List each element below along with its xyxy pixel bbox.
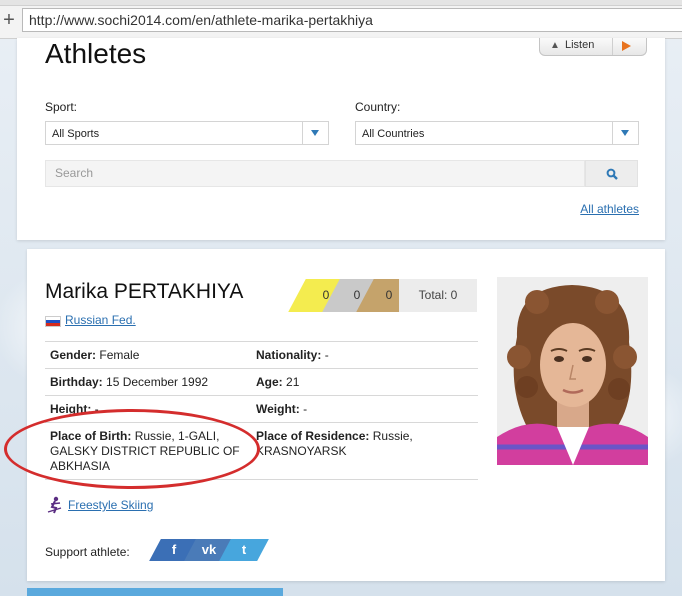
highlight-oval-annotation (4, 409, 260, 489)
chevron-down-icon (621, 130, 629, 136)
nationality-value: - (324, 348, 329, 362)
table-row: Birthday: 15 December 1992 Age: 21 (45, 368, 478, 395)
sport-select-value: All Sports (52, 128, 100, 140)
birthday-label: Birthday: (50, 375, 103, 389)
play-icon (622, 41, 631, 51)
residence-cell: Place of Residence: Russie, KRASNOYARSK (256, 429, 456, 459)
total-count-value: Total: 0 (418, 288, 458, 302)
url-field[interactable]: http://www.sochi2014.com/en/athlete-mari… (22, 8, 682, 32)
age-label: Age: (256, 375, 283, 389)
country-select-toggle[interactable] (612, 122, 638, 144)
bottom-accent-strip (27, 588, 283, 596)
russia-flag-icon (45, 316, 61, 327)
country-select[interactable]: All Countries (355, 121, 639, 145)
sport-link[interactable]: Freestyle Skiing (68, 498, 153, 512)
birthday-value: 15 December 1992 (106, 375, 209, 389)
freestyle-skiing-icon (47, 496, 62, 514)
listen-separator (612, 38, 613, 55)
listen-label: Listen (565, 39, 595, 51)
country-link[interactable]: Russian Fed. (65, 313, 136, 327)
page-title: Athletes (45, 38, 147, 69)
search-button[interactable] (585, 160, 638, 187)
all-athletes-link[interactable]: All athletes (580, 202, 639, 216)
tab-strip (0, 0, 682, 6)
nationality-label: Nationality: (256, 348, 322, 362)
residence-label: Place of Residence: (256, 429, 370, 443)
gender-value: Female (99, 348, 140, 362)
sport-select-toggle[interactable] (302, 122, 328, 144)
athlete-search-panel: Athletes ▲ Listen Sport: All Sports Coun… (17, 38, 665, 240)
weight-cell: Weight: - (256, 402, 456, 417)
country-label: Country: (355, 100, 401, 114)
athlete-profile-panel: Marika PERTAKHIYA Russian Fed. 0 0 0 Tot… (4, 249, 665, 581)
search-icon (606, 168, 618, 180)
gender-cell: Gender: Female (50, 348, 250, 363)
weight-value: - (303, 402, 308, 416)
listen-button[interactable]: ▲ Listen (539, 38, 647, 56)
athlete-photo (497, 277, 648, 465)
speaker-icon: ▲ (550, 40, 560, 51)
new-tab-plus-icon[interactable]: + (0, 7, 18, 33)
age-value: 21 (286, 375, 300, 389)
weight-label: Weight: (256, 402, 300, 416)
country-select-value: All Countries (362, 128, 425, 140)
birthday-cell: Birthday: 15 December 1992 (50, 375, 250, 390)
nationality-cell: Nationality: - (256, 348, 456, 363)
athlete-name: Marika PERTAKHIYA (45, 280, 244, 303)
chevron-down-icon (311, 130, 319, 136)
browser-address-bar: + http://www.sochi2014.com/en/athlete-ma… (0, 0, 682, 39)
search-input[interactable]: Search (45, 160, 585, 187)
medal-count: 0 0 0 Total: 0 (288, 279, 477, 312)
gender-label: Gender: (50, 348, 97, 362)
age-cell: Age: 21 (256, 375, 456, 390)
support-athlete-label: Support athlete: (45, 545, 130, 559)
sport-label: Sport: (45, 100, 78, 114)
sport-select[interactable]: All Sports (45, 121, 329, 145)
twitter-share-button[interactable]: t (219, 539, 269, 561)
total-medal-count: Total: 0 (399, 279, 477, 312)
table-row: Gender: Female Nationality: - (45, 341, 478, 368)
twitter-icon: t (241, 542, 247, 557)
